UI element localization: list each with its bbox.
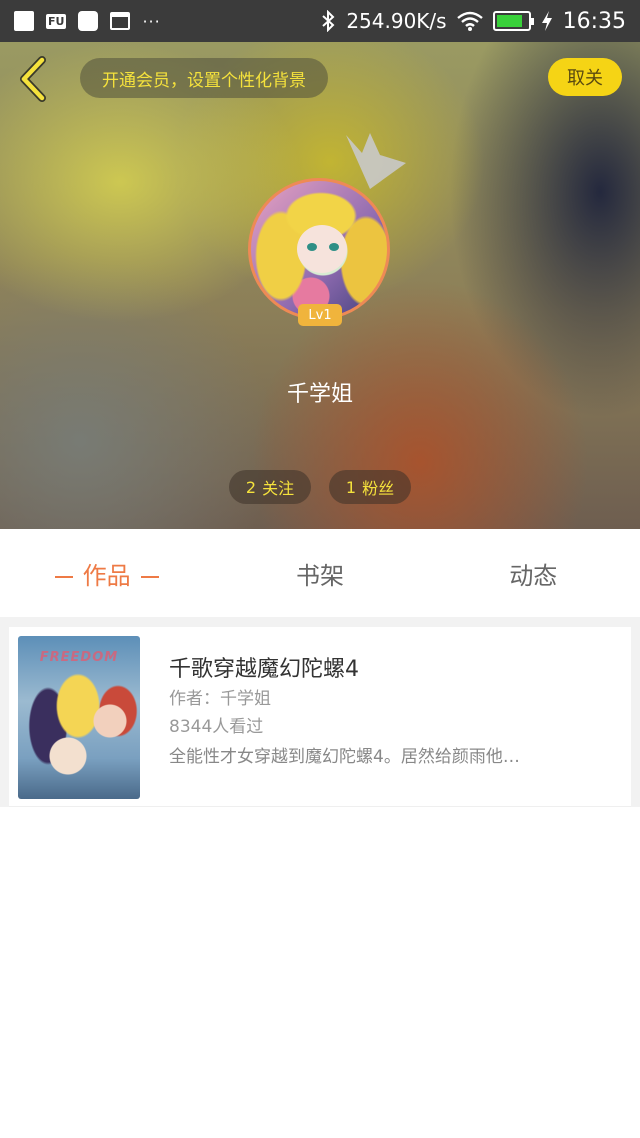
profile-page: FU ··· 254.90K/s 16:35 开通会员，设置个性化背景 取关 L…: [0, 0, 640, 1138]
charging-icon: [541, 11, 552, 31]
notification-badge-icon: FU: [46, 13, 67, 29]
book-views: 8344人看过: [169, 717, 264, 737]
active-indicator-left: [54, 575, 73, 578]
list-divider: [0, 617, 640, 627]
level-badge: Lv1: [298, 304, 342, 326]
book-author: 作者：千学姐: [169, 689, 271, 709]
following-count-button[interactable]: 2 关注: [229, 470, 311, 504]
avatar[interactable]: [248, 178, 390, 320]
status-left: FU ···: [14, 11, 161, 31]
wifi-icon: [456, 11, 483, 31]
fans-label: 粉丝: [362, 479, 395, 498]
tab-activity[interactable]: 动态: [427, 556, 640, 591]
chevron-left-icon: [20, 56, 46, 102]
notification-square-icon: [14, 11, 34, 31]
more-notifications-icon: ···: [142, 11, 161, 31]
avatar-eye: [329, 243, 339, 251]
calendar-icon: [110, 12, 131, 30]
status-bar: FU ··· 254.90K/s 16:35: [0, 0, 640, 42]
battery-icon: [492, 11, 534, 31]
tab-label: 动态: [509, 561, 558, 590]
avatar-face: [297, 225, 347, 273]
active-indicator-right: [140, 575, 159, 578]
clock: 16:35: [562, 8, 626, 34]
list-margin: [0, 617, 9, 807]
list-margin: [631, 617, 640, 807]
vip-background-banner[interactable]: 开通会员，设置个性化背景: [80, 58, 328, 98]
profile-tabs: 作品 书架 动态: [0, 529, 640, 617]
avatar-eye: [307, 243, 317, 251]
profile-header: 开通会员，设置个性化背景 取关 Lv1 千学姐 2 关注 1 粉丝: [0, 42, 640, 529]
bluetooth-icon: [322, 10, 335, 32]
fans-count-button[interactable]: 1 粉丝: [329, 470, 411, 504]
username: 千学姐: [286, 382, 353, 407]
unfollow-button[interactable]: 取关: [548, 58, 622, 96]
following-label: 关注: [262, 479, 295, 498]
tab-works[interactable]: 作品: [0, 556, 213, 591]
book-cover: FREEDOM: [18, 636, 140, 799]
notification-app-icon: [78, 11, 99, 31]
list-item[interactable]: FREEDOM 千歌穿越魔幻陀螺4 作者：千学姐 8344人看过 全能性才女穿越…: [9, 627, 631, 807]
following-count: 2: [245, 477, 257, 497]
tab-label: 书架: [295, 561, 344, 590]
fans-count: 1: [345, 477, 357, 497]
book-description: 全能性才女穿越到魔幻陀螺4。居然给颜雨他…: [169, 747, 520, 767]
tab-label: 作品: [82, 561, 131, 590]
back-button[interactable]: [14, 56, 54, 102]
tab-bookshelf[interactable]: 书架: [213, 556, 426, 591]
book-title: 千歌穿越魔幻陀螺4: [169, 657, 359, 682]
network-speed: 254.90K/s: [346, 9, 447, 33]
battery-level: [496, 15, 523, 27]
cover-title: FREEDOM: [39, 650, 119, 665]
status-right: 254.90K/s 16:35: [320, 9, 626, 34]
